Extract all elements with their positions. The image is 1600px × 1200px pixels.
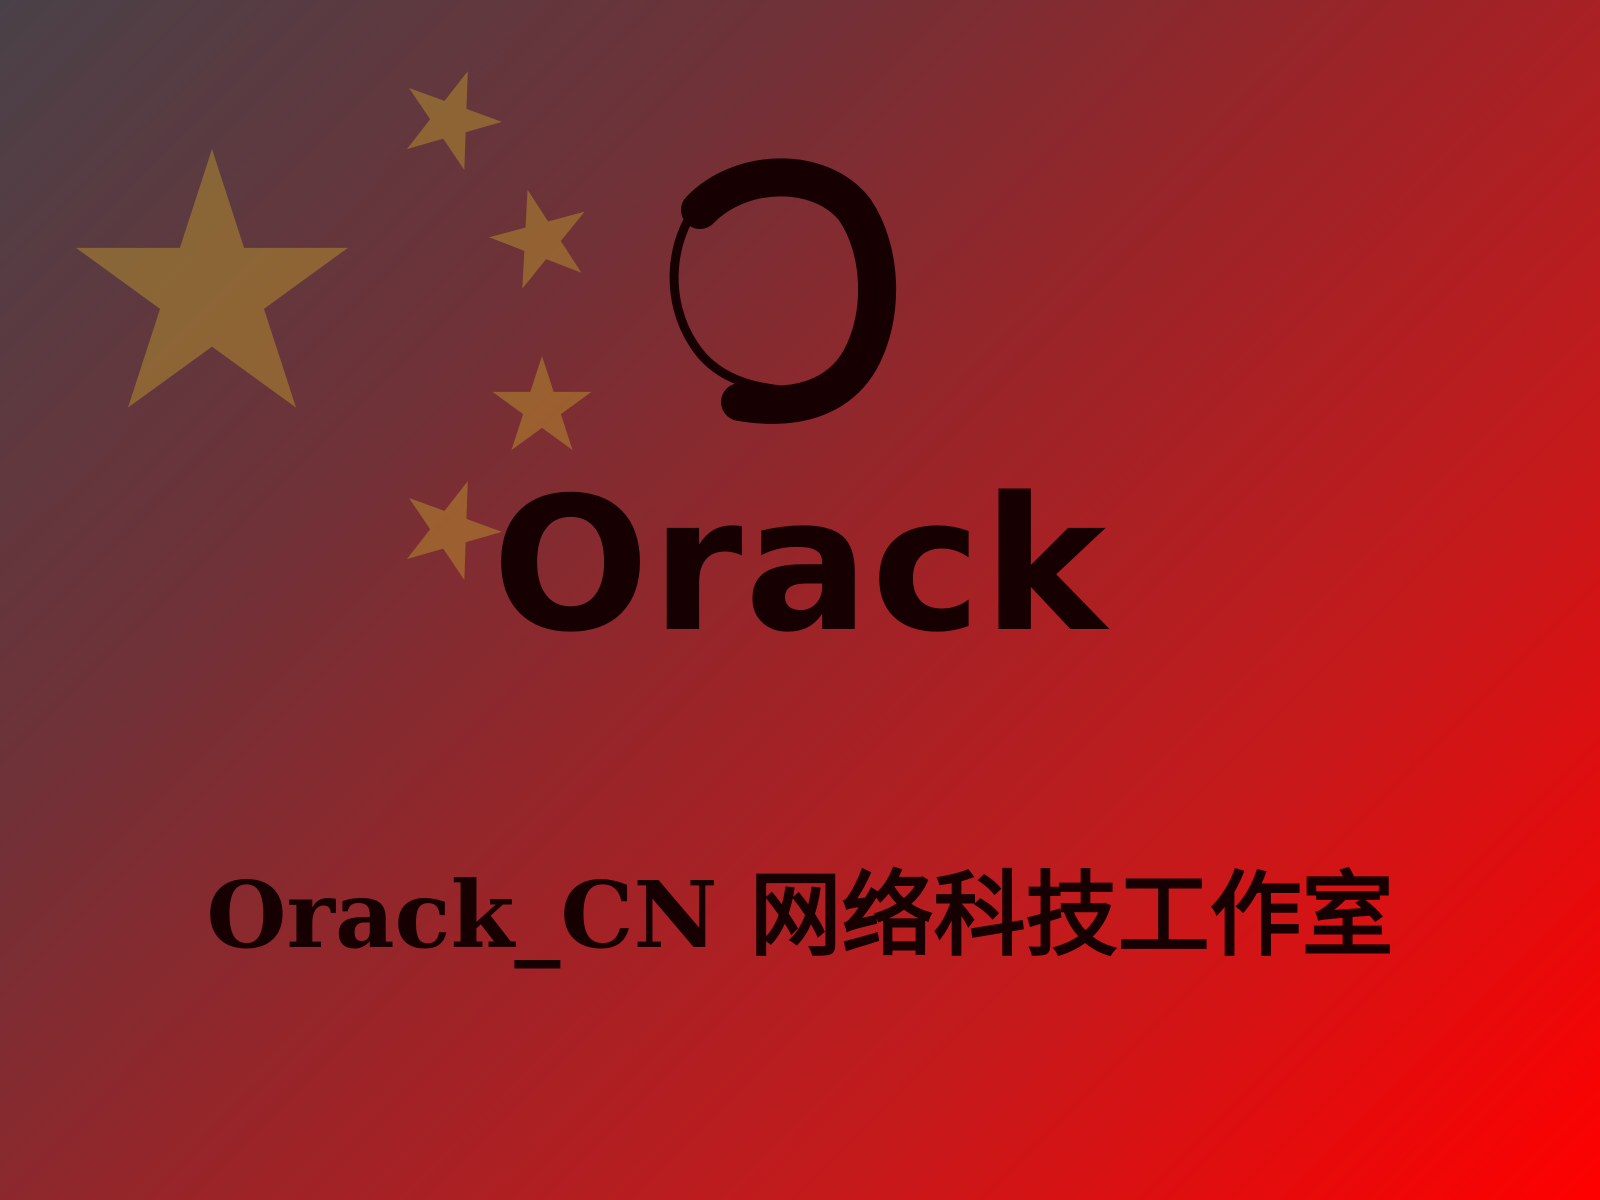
small-star-icon (489, 189, 585, 289)
small-star-icon (492, 356, 592, 451)
poster: Orack Orack_CN 网络科技工作室 (0, 0, 1600, 1200)
brand-tagline: Orack_CN 网络科技工作室 (206, 861, 1394, 969)
large-star-icon (76, 149, 348, 408)
small-star-icon (406, 71, 502, 170)
brush-circle-o-logo-icon (669, 158, 897, 424)
brand-wordmark: Orack (491, 457, 1109, 673)
